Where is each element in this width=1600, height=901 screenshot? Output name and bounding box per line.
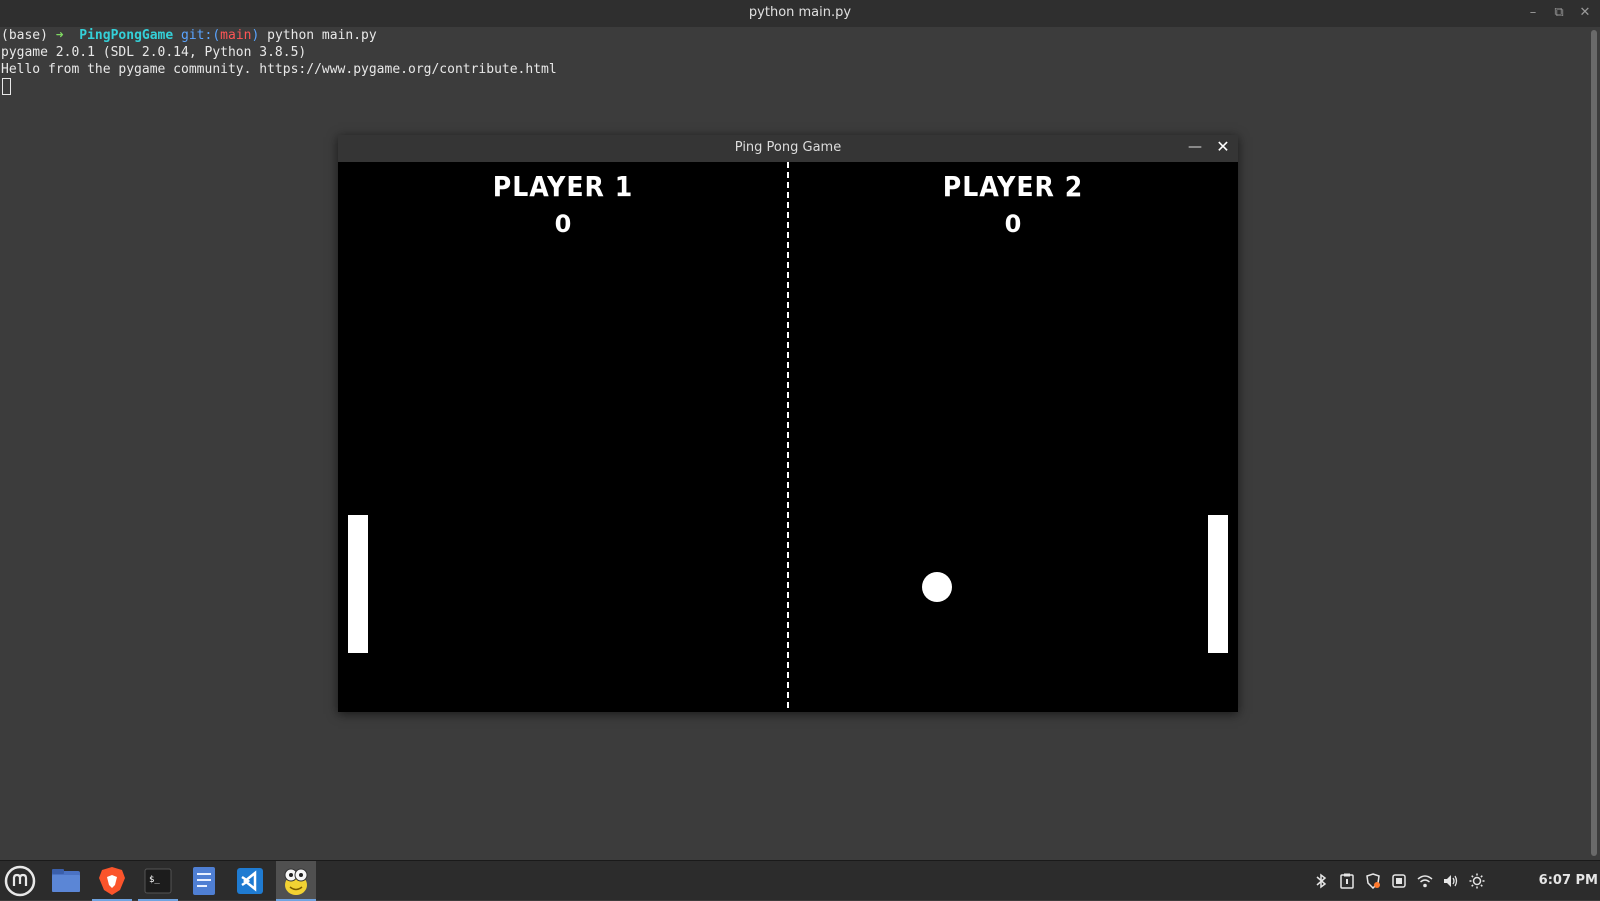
- prompt-env: (base): [1, 28, 48, 43]
- terminal-cursor: [2, 78, 11, 95]
- game-titlebar[interactable]: Ping Pong Game — ✕: [338, 135, 1238, 162]
- screenshot-icon[interactable]: [1388, 870, 1410, 892]
- bluetooth-icon[interactable]: [1310, 870, 1332, 892]
- output-line: pygame 2.0.1 (SDL 2.0.14, Python 3.8.5): [1, 45, 307, 60]
- close-button[interactable]: ✕: [1576, 4, 1594, 22]
- brightness-icon[interactable]: [1466, 870, 1488, 892]
- clipboard-icon[interactable]: [1336, 870, 1358, 892]
- terminal-icon[interactable]: $_: [138, 861, 178, 901]
- prompt-command: python main.py: [267, 28, 377, 43]
- files-icon[interactable]: [46, 861, 86, 901]
- game-canvas[interactable]: PLAYER 1 PLAYER 2 0 0: [338, 162, 1238, 712]
- maximize-button[interactable]: ⧉: [1550, 4, 1568, 22]
- wifi-icon[interactable]: [1414, 870, 1436, 892]
- vscode-icon[interactable]: [230, 861, 270, 901]
- prompt-arrow: ➜: [55, 28, 64, 43]
- player1-label: PLAYER 1: [492, 170, 634, 203]
- prompt-directory: PingPongGame: [79, 28, 174, 43]
- terminal-title: python main.py: [748, 5, 852, 20]
- center-net: [787, 162, 789, 712]
- update-shield-icon[interactable]: [1362, 870, 1384, 892]
- mint-menu-icon[interactable]: [0, 861, 40, 901]
- left-paddle: [348, 515, 368, 653]
- game-window[interactable]: Ping Pong Game — ✕ PLAYER 1 PLAYER 2 0 0: [338, 135, 1238, 712]
- minimize-button[interactable]: –: [1524, 4, 1542, 22]
- prompt-line: (base) ➜ PingPongGame git:(main) python …: [0, 27, 1588, 44]
- terminal-scrollbar[interactable]: [1591, 30, 1597, 856]
- game-close-button[interactable]: ✕: [1214, 137, 1232, 157]
- brave-browser-icon[interactable]: [92, 861, 132, 901]
- clock[interactable]: 6:07 PM: [1539, 873, 1598, 888]
- output-line: Hello from the pygame community. https:/…: [1, 62, 557, 77]
- right-paddle: [1208, 515, 1228, 653]
- prompt-git: git:(: [181, 28, 221, 43]
- player2-score: 0: [1004, 210, 1022, 238]
- taskbar: $_ 6:07 PM: [0, 860, 1600, 901]
- text-editor-icon[interactable]: [184, 861, 224, 901]
- player1-score: 0: [554, 210, 572, 238]
- ball: [922, 572, 952, 602]
- svg-text:$_: $_: [149, 875, 160, 885]
- volume-icon[interactable]: [1440, 870, 1462, 892]
- prompt-branch: main: [220, 28, 252, 43]
- game-minimize-button[interactable]: —: [1186, 137, 1204, 157]
- prompt-git-close: ): [251, 28, 260, 43]
- player2-label: PLAYER 2: [942, 170, 1084, 203]
- system-tray: [1308, 861, 1490, 901]
- game-title: Ping Pong Game: [734, 140, 842, 155]
- terminal-titlebar: python main.py – ⧉ ✕: [0, 0, 1600, 27]
- pygame-icon[interactable]: [276, 861, 316, 901]
- cursor-line: [0, 78, 1588, 95]
